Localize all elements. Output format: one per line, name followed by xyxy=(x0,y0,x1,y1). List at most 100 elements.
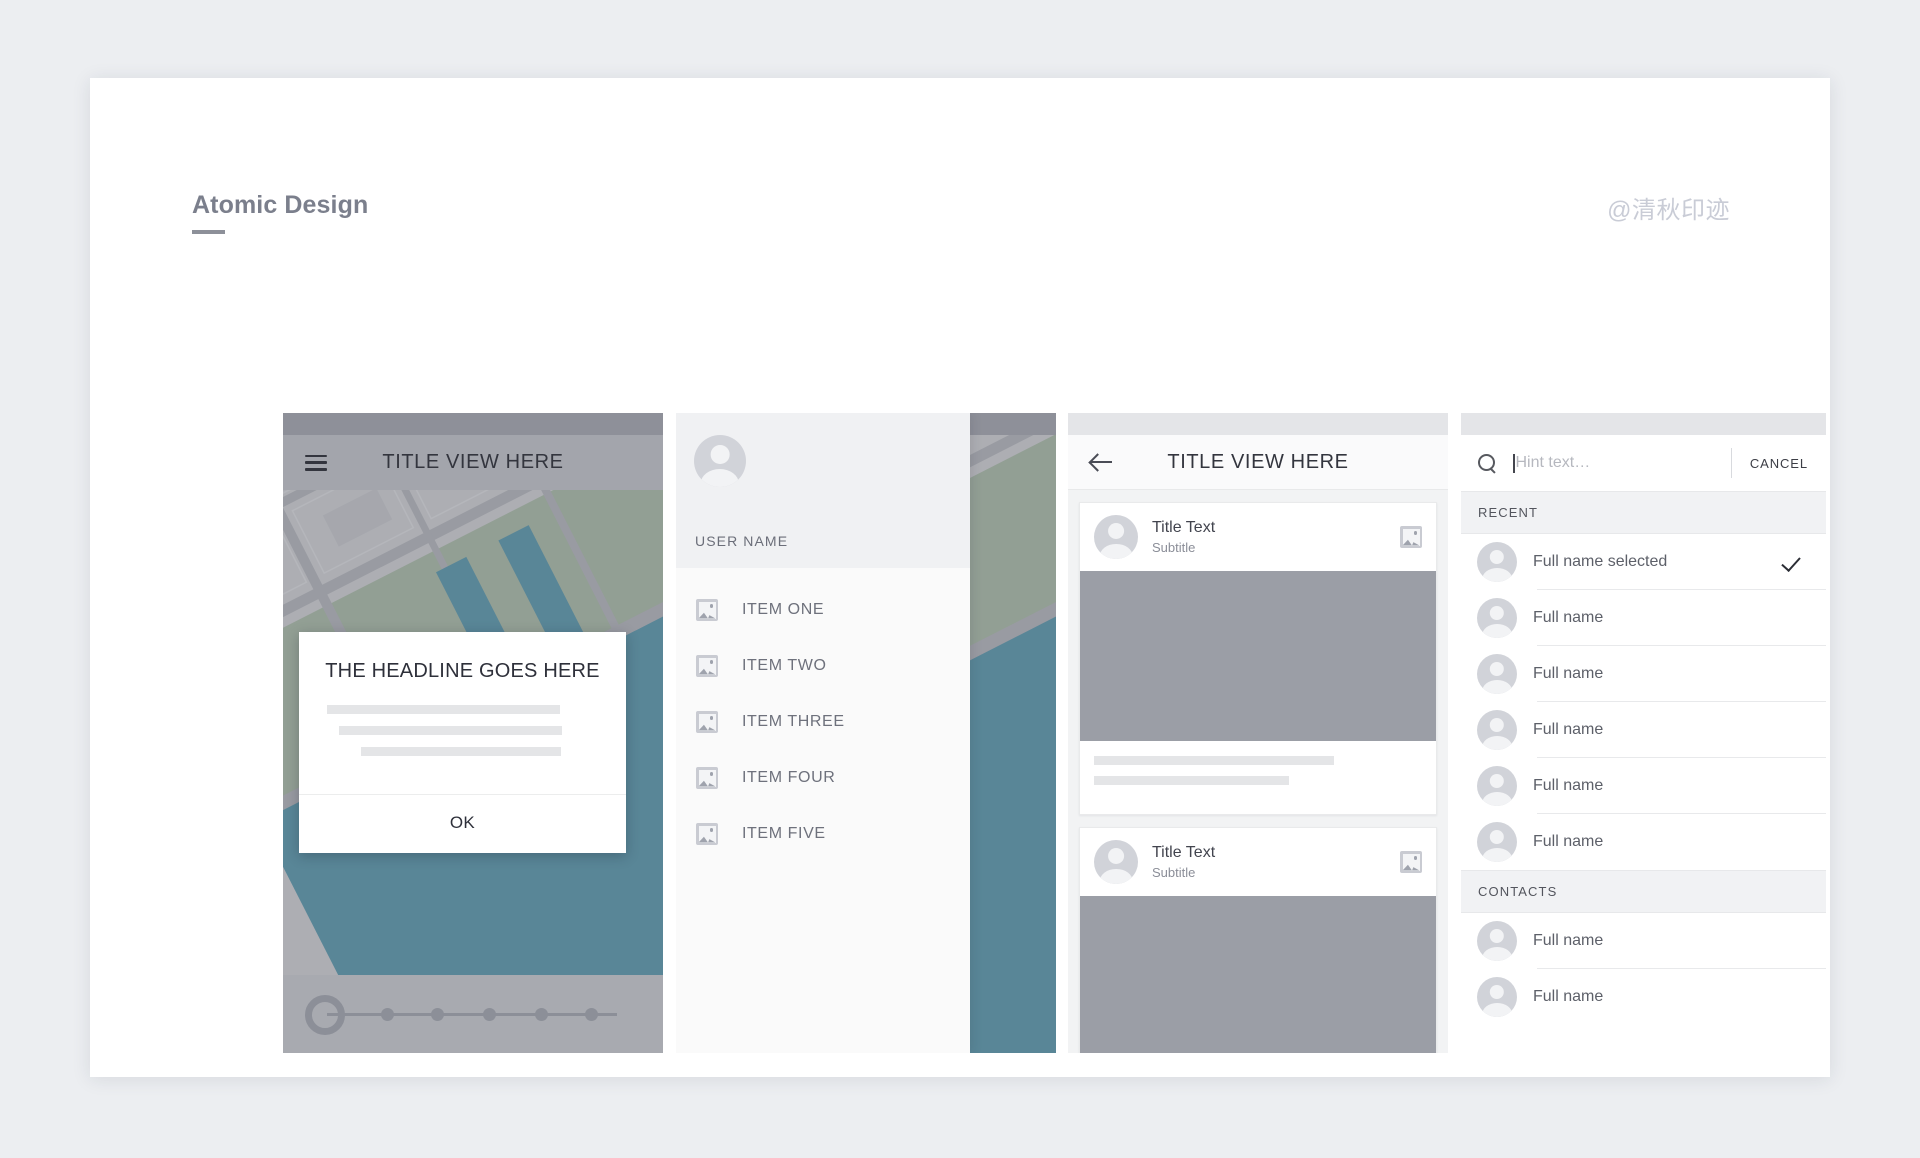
text-caret xyxy=(1513,453,1515,473)
avatar xyxy=(1477,921,1517,961)
avatar xyxy=(1477,766,1517,806)
contact-row[interactable]: Full name xyxy=(1461,969,1826,1025)
slider-tick[interactable] xyxy=(431,1008,444,1021)
search-input[interactable]: Hint text… xyxy=(1513,453,1725,473)
card-title: Title Text xyxy=(1152,844,1216,861)
contact-row[interactable]: Full name xyxy=(1461,913,1826,969)
slider-tick[interactable] xyxy=(483,1008,496,1021)
image-icon[interactable] xyxy=(1400,526,1422,548)
slider-tick[interactable] xyxy=(535,1008,548,1021)
avatar xyxy=(694,435,746,487)
section-header-contacts: CONTACTS xyxy=(1461,870,1826,913)
avatar xyxy=(1094,840,1138,884)
image-icon[interactable] xyxy=(1400,851,1422,873)
skeleton-line xyxy=(339,726,562,735)
contact-row[interactable]: Full name selected xyxy=(1461,534,1826,590)
contact-name: Full name xyxy=(1533,777,1604,794)
alert-dialog: THE HEADLINE GOES HERE OK xyxy=(299,632,626,853)
contact-name: Full name xyxy=(1533,833,1604,850)
card-subtitle: Subtitle xyxy=(1152,865,1196,880)
status-bar xyxy=(283,413,663,435)
screen-search-contacts: Hint text… CANCEL RECENT Full name selec… xyxy=(1461,413,1826,1053)
drawer-item-label: ITEM ONE xyxy=(742,601,825,618)
slider-track[interactable] xyxy=(327,1013,617,1016)
screen-card-feed: TITLE VIEW HERE Title Text Subtitle Titl… xyxy=(1068,413,1448,1053)
drawer-item-list: ITEM ONE ITEM TWO ITEM THREE ITEM FOUR I… xyxy=(676,568,970,862)
avatar xyxy=(1477,710,1517,750)
image-icon xyxy=(696,823,718,845)
drawer-user-name: USER NAME xyxy=(695,533,789,549)
avatar xyxy=(1477,822,1517,862)
contact-name: Full name xyxy=(1533,988,1604,1005)
drawer-item-two[interactable]: ITEM TWO xyxy=(676,638,970,694)
app-bar: TITLE VIEW HERE xyxy=(283,435,663,490)
image-icon xyxy=(696,711,718,733)
dialog-body xyxy=(299,705,626,794)
drawer-item-four[interactable]: ITEM FOUR xyxy=(676,750,970,806)
status-bar xyxy=(1461,413,1826,435)
drawer-item-five[interactable]: ITEM FIVE xyxy=(676,806,970,862)
contact-name: Full name xyxy=(1533,721,1604,738)
avatar xyxy=(1094,515,1138,559)
drawer-item-label: ITEM FOUR xyxy=(742,769,836,786)
card-media xyxy=(1080,571,1436,741)
contact-row[interactable]: Full name xyxy=(1461,590,1826,646)
card-header: Title Text Subtitle xyxy=(1080,503,1436,571)
avatar xyxy=(1477,977,1517,1017)
avatar xyxy=(1477,542,1517,582)
card-header: Title Text Subtitle xyxy=(1080,828,1436,896)
page-card: Atomic Design @清秋印迹 TITLE VIEW HERE THE … xyxy=(90,78,1830,1077)
image-icon xyxy=(696,767,718,789)
title-underline xyxy=(192,230,225,234)
drawer-item-one[interactable]: ITEM ONE xyxy=(676,582,970,638)
contact-row[interactable]: Full name xyxy=(1461,702,1826,758)
skeleton-line xyxy=(1094,776,1289,785)
check-icon xyxy=(1782,551,1804,573)
card-body xyxy=(1080,741,1436,814)
slider-thumb[interactable] xyxy=(305,995,345,1035)
search-placeholder: Hint text… xyxy=(1515,454,1591,471)
slider-tick[interactable] xyxy=(381,1008,394,1021)
skeleton-line xyxy=(361,747,561,756)
app-bar-title: TITLE VIEW HERE xyxy=(1167,450,1349,473)
page-title: Atomic Design xyxy=(192,191,369,219)
contact-row[interactable]: Full name xyxy=(1461,758,1826,814)
search-icon[interactable] xyxy=(1478,453,1497,473)
drawer-item-label: ITEM FIVE xyxy=(742,825,826,842)
card-media xyxy=(1080,896,1436,1053)
card-subtitle: Subtitle xyxy=(1152,540,1196,555)
status-bar xyxy=(1068,413,1448,435)
hamburger-icon[interactable] xyxy=(305,454,327,471)
drawer-header: USER NAME xyxy=(676,413,970,568)
app-bar-title: TITLE VIEW HERE xyxy=(382,451,564,473)
dialog-headline: THE HEADLINE GOES HERE xyxy=(325,660,600,682)
avatar xyxy=(1477,654,1517,694)
navigation-drawer: USER NAME ITEM ONE ITEM TWO ITEM THREE I… xyxy=(676,413,970,1053)
screen-map-with-dialog: TITLE VIEW HERE THE HEADLINE GOES HERE O… xyxy=(283,413,663,1053)
card-title: Title Text xyxy=(1152,519,1216,536)
contact-row[interactable]: Full name xyxy=(1461,646,1826,702)
arrow-back-icon[interactable] xyxy=(1090,452,1114,472)
screen-navigation-drawer: USER NAME ITEM ONE ITEM TWO ITEM THREE I… xyxy=(676,413,1056,1053)
contact-name: Full name xyxy=(1533,665,1604,682)
drawer-item-three[interactable]: ITEM THREE xyxy=(676,694,970,750)
skeleton-line xyxy=(1094,756,1334,765)
slider-tick[interactable] xyxy=(585,1008,598,1021)
app-bar: TITLE VIEW HERE xyxy=(1068,435,1448,490)
watermark: @清秋印迹 xyxy=(1607,197,1730,224)
search-bar: Hint text… CANCEL xyxy=(1461,435,1826,491)
avatar xyxy=(1477,598,1517,638)
image-icon xyxy=(696,655,718,677)
ok-button[interactable]: OK xyxy=(299,795,626,853)
contact-row[interactable]: Full name xyxy=(1461,814,1826,870)
image-icon xyxy=(696,599,718,621)
card-list: Title Text Subtitle Title Text Subtitle xyxy=(1068,490,1448,1053)
content-card[interactable]: Title Text Subtitle xyxy=(1079,502,1437,815)
slider-bar xyxy=(283,975,663,1053)
drawer-item-label: ITEM THREE xyxy=(742,713,845,730)
section-header-recent: RECENT xyxy=(1461,491,1826,534)
contact-name: Full name xyxy=(1533,609,1604,626)
cancel-button[interactable]: CANCEL xyxy=(1732,456,1826,471)
skeleton-line xyxy=(327,705,560,714)
content-card[interactable]: Title Text Subtitle xyxy=(1079,827,1437,1053)
